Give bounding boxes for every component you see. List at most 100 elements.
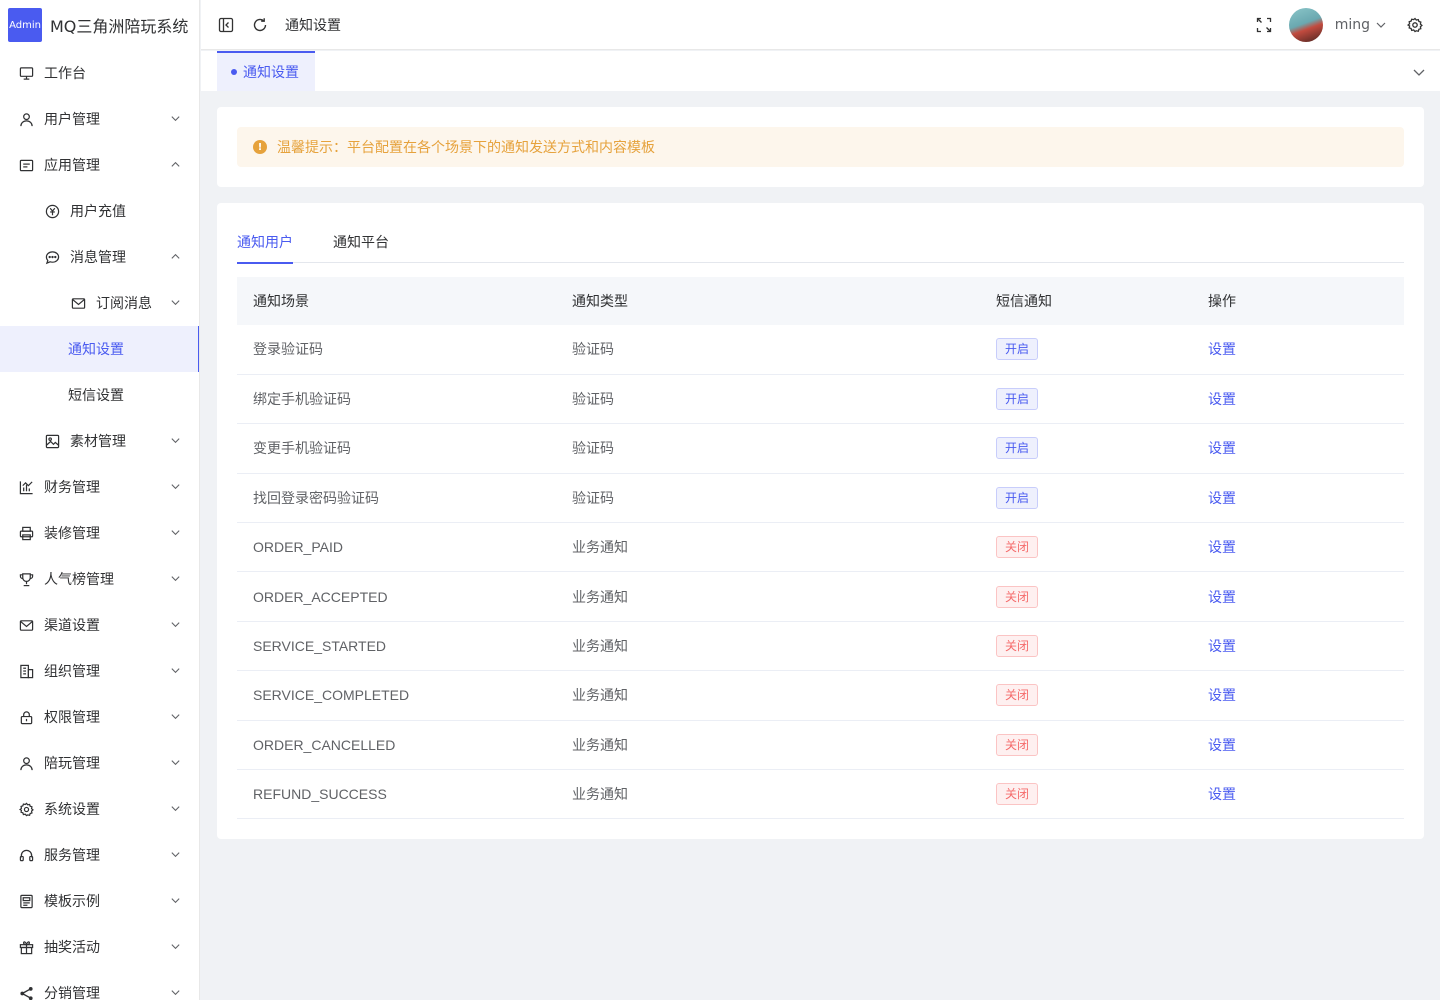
- building-icon: [18, 663, 34, 679]
- mail-icon: [18, 617, 34, 633]
- sidebar-item-18[interactable]: 模板示例: [0, 878, 199, 924]
- sidebar-item-20[interactable]: 分销管理: [0, 970, 199, 1000]
- sidebar-item-5[interactable]: 订阅消息: [0, 280, 199, 326]
- settings-gear-icon[interactable]: [1406, 16, 1424, 34]
- tab-notify-platform[interactable]: 通知平台: [333, 223, 389, 263]
- sidebar-item-15[interactable]: 陪玩管理: [0, 740, 199, 786]
- sidebar-menu: 工作台 用户管理 应用管理用户充值消息管理订阅消息通知设置短信设置素材管理 财务管理装…: [0, 50, 199, 1000]
- settings-link[interactable]: 设置: [1208, 341, 1236, 357]
- alert-text: 温馨提示：平台配置在各个场景下的通知发送方式和内容模板: [277, 140, 655, 156]
- settings-link[interactable]: 设置: [1208, 589, 1236, 605]
- sms-status-badge: 关闭: [996, 684, 1039, 707]
- sidebar-item-14[interactable]: 权限管理: [0, 694, 199, 740]
- sidebar-item-6[interactable]: 通知设置: [0, 326, 199, 372]
- sidebar-item-12[interactable]: 渠道设置: [0, 602, 199, 648]
- settings-link[interactable]: 设置: [1208, 539, 1236, 555]
- sms-status-badge: 关闭: [996, 585, 1039, 608]
- table-body: 登录验证码 验证码 开启 设置 绑定手机验证码 验证码 开启 设置 变更手机验证码 验证码 开启 设置…: [237, 325, 1404, 819]
- lock-icon: [18, 709, 34, 725]
- tag-active-dot: [231, 69, 237, 75]
- sms-status-badge: 关闭: [996, 635, 1039, 658]
- breadcrumb: 通知设置: [285, 17, 341, 34]
- refresh-icon[interactable]: [251, 16, 269, 34]
- tab-notify-user[interactable]: 通知用户: [237, 223, 293, 264]
- sidebar-item-7[interactable]: 短信设置: [0, 372, 199, 418]
- cell-action: 设置: [1192, 325, 1404, 374]
- mail-icon: [70, 295, 86, 311]
- sms-status-badge: 关闭: [996, 783, 1039, 806]
- sidebar-item-3[interactable]: 用户充值: [0, 188, 199, 234]
- header-sms: 短信通知: [996, 294, 1052, 310]
- cell-sms: 关闭: [980, 720, 1192, 769]
- settings-link[interactable]: 设置: [1208, 440, 1236, 456]
- sidebar-item-8[interactable]: 素材管理: [0, 418, 199, 464]
- sidebar-item-17[interactable]: 服务管理: [0, 832, 199, 878]
- sms-status-badge: 关闭: [996, 536, 1039, 559]
- sidebar-item-1[interactable]: 用户管理: [0, 96, 199, 142]
- sidebar-item-label: 订阅消息: [96, 296, 152, 312]
- settings-link[interactable]: 设置: [1208, 687, 1236, 703]
- app-card-icon: [18, 157, 34, 173]
- sidebar-item-label: 短信设置: [68, 388, 124, 404]
- settings-link[interactable]: 设置: [1208, 737, 1236, 753]
- sidebar-item-2[interactable]: 应用管理: [0, 142, 199, 188]
- chevron-down-icon: [170, 803, 181, 814]
- logo[interactable]: Admin MQ三角洲陪玩系统: [0, 0, 199, 50]
- cell-type: 验证码: [572, 440, 614, 457]
- sms-status-badge: 开启: [996, 338, 1039, 361]
- cell-action: 设置: [1192, 621, 1404, 670]
- sidebar-item-16[interactable]: 系统设置: [0, 786, 199, 832]
- chevron-down-icon: [170, 711, 181, 722]
- sms-status-badge: 开启: [996, 388, 1039, 411]
- tabs: 通知用户 通知平台: [237, 223, 1404, 264]
- table-row: SERVICE_COMPLETED 业务通知 关闭 设置: [237, 671, 1404, 721]
- share-icon: [18, 985, 34, 1000]
- fullscreen-icon[interactable]: [1255, 16, 1273, 34]
- cell-action: 设置: [1192, 770, 1404, 819]
- cell-type: 验证码: [572, 489, 614, 506]
- cell-scene: SERVICE_STARTED: [253, 638, 387, 655]
- username[interactable]: ming: [1335, 17, 1370, 33]
- tag-notification-settings[interactable]: 通知设置: [217, 51, 315, 91]
- sidebar-item-13[interactable]: 组织管理: [0, 648, 199, 694]
- cell-type: 验证码: [572, 391, 614, 408]
- sidebar-item-0[interactable]: 工作台: [0, 50, 199, 96]
- sidebar-item-label: 用户充值: [70, 204, 126, 220]
- table-row: 登录验证码 验证码 开启 设置: [237, 325, 1404, 375]
- sidebar-item-10[interactable]: 装修管理: [0, 510, 199, 556]
- chevron-down-icon: [170, 113, 181, 124]
- sms-status-badge: 开启: [996, 486, 1039, 509]
- settings-link[interactable]: 设置: [1208, 638, 1236, 654]
- sidebar-item-19[interactable]: 抽奖活动: [0, 924, 199, 970]
- settings-link[interactable]: 设置: [1208, 786, 1236, 802]
- collapse-sidebar-icon[interactable]: [217, 16, 235, 34]
- chat-icon: [44, 249, 60, 265]
- cell-action: 设置: [1192, 671, 1404, 720]
- cell-sms: 关闭: [980, 572, 1192, 621]
- sidebar-item-9[interactable]: 财务管理: [0, 464, 199, 510]
- sidebar-item-4[interactable]: 消息管理: [0, 234, 199, 280]
- sidebar: Admin MQ三角洲陪玩系统 工作台 用户管理 应用管理用户充值消息管理订阅消息通…: [0, 0, 200, 1000]
- logo-badge: Admin: [8, 8, 42, 42]
- tags-dropdown-chevron-icon[interactable]: [1412, 65, 1426, 79]
- cell-type: 业务通知: [572, 539, 628, 556]
- template-icon: [18, 893, 34, 909]
- user-dropdown-chevron-icon[interactable]: [1372, 16, 1390, 34]
- cell-sms: 关闭: [980, 671, 1192, 720]
- cell-type: 业务通知: [572, 687, 628, 704]
- chevron-down-icon: [170, 895, 181, 906]
- settings-link[interactable]: 设置: [1208, 490, 1236, 506]
- chevron-up-icon: [170, 251, 181, 262]
- coin-icon: [44, 203, 60, 219]
- sidebar-item-11[interactable]: 人气榜管理: [0, 556, 199, 602]
- settings-link[interactable]: 设置: [1208, 391, 1236, 407]
- printer-icon: [18, 525, 34, 541]
- sms-status-badge: 开启: [996, 437, 1039, 460]
- chevron-up-icon: [170, 159, 181, 170]
- header-scene: 通知场景: [253, 294, 309, 310]
- cell-scene: 变更手机验证码: [253, 440, 351, 457]
- warning-alert: ! 温馨提示：平台配置在各个场景下的通知发送方式和内容模板: [237, 127, 1404, 167]
- cell-scene: ORDER_ACCEPTED: [253, 588, 388, 605]
- table-row: REFUND_SUCCESS 业务通知 关闭 设置: [237, 770, 1404, 819]
- avatar[interactable]: [1288, 8, 1323, 42]
